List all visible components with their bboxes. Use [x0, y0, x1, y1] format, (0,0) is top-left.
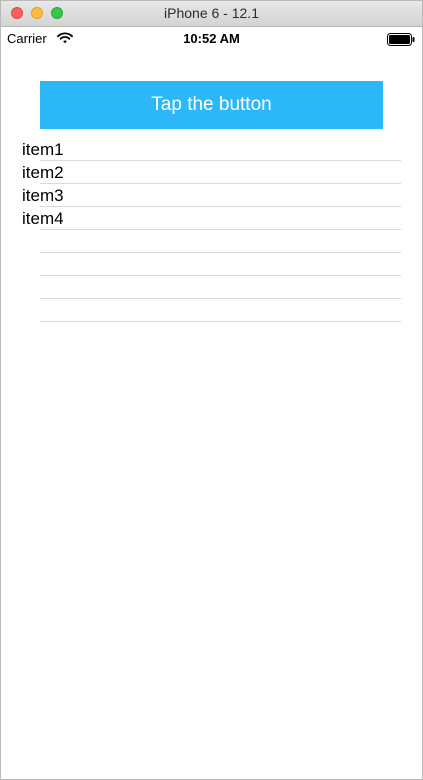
list-item[interactable] [1, 230, 422, 253]
row-separator [40, 321, 401, 322]
window-title-bar: iPhone 6 - 12.1 [1, 1, 422, 27]
list-item[interactable]: item2 [1, 161, 422, 184]
list-item-label: item1 [22, 140, 64, 159]
list-item[interactable] [1, 253, 422, 276]
simulator-window: iPhone 6 - 12.1 Carrier 10:52 AM Tap the… [0, 0, 423, 780]
battery-icon [387, 33, 415, 46]
list-item[interactable] [1, 276, 422, 299]
tap-button[interactable]: Tap the button [40, 81, 383, 129]
list-item[interactable] [1, 299, 422, 322]
status-bar: Carrier 10:52 AM [1, 28, 422, 50]
list-item[interactable]: item4 [1, 207, 422, 230]
list-item[interactable]: item3 [1, 184, 422, 207]
list-item-label: item4 [22, 209, 64, 228]
status-time: 10:52 AM [183, 31, 240, 46]
list-item[interactable]: item1 [1, 138, 422, 161]
window-title: iPhone 6 - 12.1 [164, 5, 259, 21]
item-list[interactable]: item1 item2 item3 item4 [1, 138, 422, 322]
list-item-label: item2 [22, 163, 64, 182]
list-item-label: item3 [22, 186, 64, 205]
